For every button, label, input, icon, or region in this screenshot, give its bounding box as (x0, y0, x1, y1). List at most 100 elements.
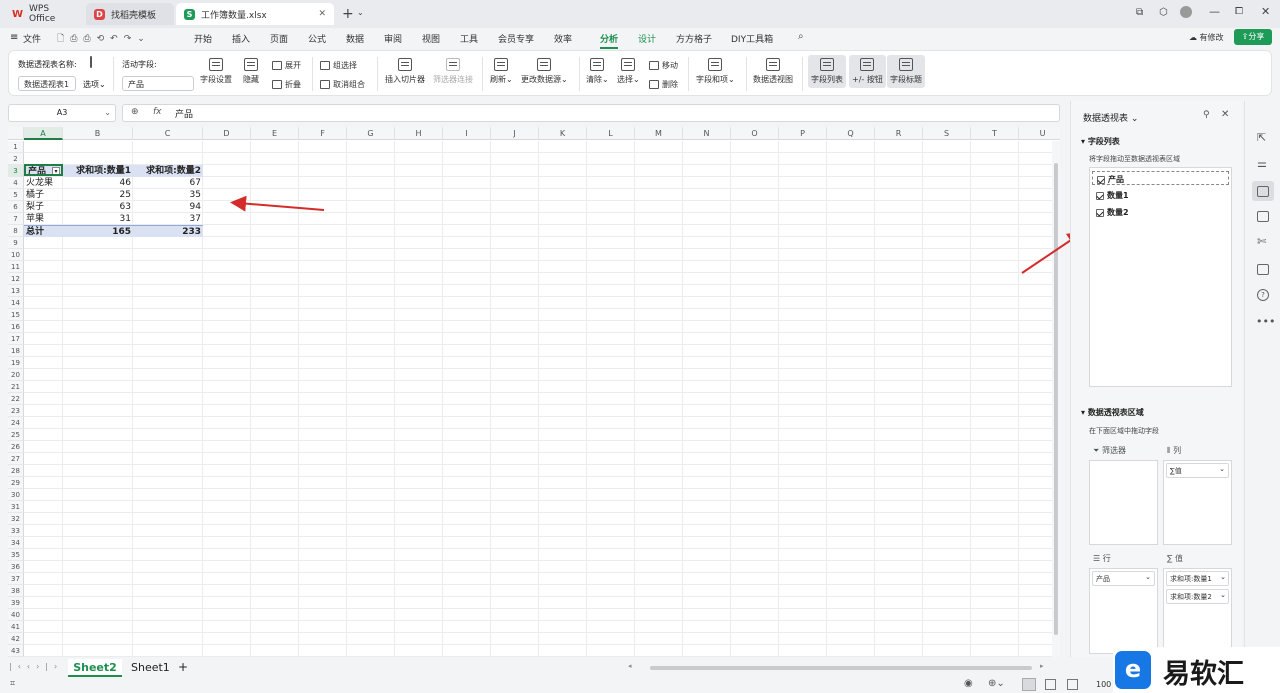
cell-A7[interactable]: 苹果 (24, 213, 63, 225)
zoom-formula-icon[interactable]: ⊕ (131, 107, 139, 117)
row-header-35[interactable]: 35 (8, 549, 24, 561)
insert-slicer-button[interactable]: 插入切片器 (385, 58, 425, 85)
row-header-14[interactable]: 14 (8, 297, 24, 309)
more-icon[interactable]: ••• (1256, 315, 1275, 328)
row-header-39[interactable]: 39 (8, 597, 24, 609)
row-header-20[interactable]: 20 (8, 369, 24, 381)
row-header-5[interactable]: 5 (8, 189, 24, 201)
column-header-P[interactable]: P (779, 127, 827, 140)
row-header-36[interactable]: 36 (8, 561, 24, 573)
column-header-A[interactable]: A (24, 127, 63, 140)
tab-template[interactable]: D 找稻壳模板 (86, 3, 174, 25)
row-header-8[interactable]: 8 (8, 225, 24, 237)
field-headers-button[interactable]: 字段标题 (887, 55, 925, 88)
cell-B7[interactable]: 31 (63, 213, 133, 225)
tab-workbook[interactable]: S 工作簿数量.xlsx ✕ (176, 3, 334, 25)
scroll-thumb[interactable] (1054, 163, 1058, 635)
checkbox-icon[interactable] (1096, 191, 1104, 200)
row-header-40[interactable]: 40 (8, 609, 24, 621)
fields-items-button[interactable]: 字段和项⌄ (696, 58, 735, 85)
chevron-down-icon[interactable]: ⌄ (357, 8, 364, 17)
menu-efficiency[interactable]: 效率 (554, 32, 572, 45)
modified-status[interactable]: ☁ 有修改 (1189, 32, 1224, 43)
add-sheet-icon[interactable]: + (178, 660, 188, 674)
new-tab-icon[interactable]: + (342, 6, 354, 22)
row-header-3[interactable]: 3 (8, 165, 24, 177)
field-item-qty2[interactable]: 数量2 (1092, 205, 1133, 220)
search-icon[interactable]: ⌕ (798, 31, 804, 42)
menu-data[interactable]: 数据 (346, 32, 364, 45)
cube-icon[interactable]: ⬡ (1159, 7, 1168, 18)
panel-title[interactable]: 数据透视表 ⌄ (1083, 111, 1138, 124)
row-header-19[interactable]: 19 (8, 357, 24, 369)
row-header-16[interactable]: 16 (8, 321, 24, 333)
maximize-icon[interactable]: ⧠ (1235, 6, 1243, 17)
eye-protection-icon[interactable]: ◉ (964, 678, 973, 689)
row-header-27[interactable]: 27 (8, 453, 24, 465)
row-header-30[interactable]: 30 (8, 489, 24, 501)
column-header-D[interactable]: D (203, 127, 251, 140)
close-tab-icon[interactable]: ✕ (318, 9, 326, 19)
menu-fangfang[interactable]: 方方格子 (676, 32, 712, 45)
move-button[interactable]: 移动 (649, 60, 678, 71)
minimize-icon[interactable]: — (1209, 5, 1220, 18)
filter-connect-button[interactable]: 筛选器连接 (433, 58, 473, 85)
close-panel-icon[interactable]: ✕ (1221, 109, 1229, 120)
group-select-button[interactable]: 组选择 (320, 60, 357, 71)
column-header-H[interactable]: H (395, 127, 443, 140)
cell-B8[interactable]: 165 (63, 225, 133, 237)
cell-A8[interactable]: 总计 (24, 225, 63, 237)
row-header-12[interactable]: 12 (8, 273, 24, 285)
row-header-6[interactable]: 6 (8, 201, 24, 213)
row-header-28[interactable]: 28 (8, 465, 24, 477)
select-all-corner[interactable] (8, 127, 24, 140)
select-button[interactable]: 选择⌄ (617, 58, 640, 85)
row-header-29[interactable]: 29 (8, 477, 24, 489)
hide-button[interactable]: 隐藏 (243, 58, 259, 85)
column-header-J[interactable]: J (491, 127, 539, 140)
page-break-icon[interactable] (1067, 679, 1078, 690)
column-header-L[interactable]: L (587, 127, 635, 140)
pivot-chart-button[interactable]: 数据透视图 (753, 58, 793, 85)
row-header-37[interactable]: 37 (8, 573, 24, 585)
row-header-32[interactable]: 32 (8, 513, 24, 525)
row-item-product[interactable]: 产品 ⌄ (1092, 571, 1155, 586)
column-header-M[interactable]: M (635, 127, 683, 140)
avatar[interactable] (1180, 6, 1192, 18)
row-header-25[interactable]: 25 (8, 429, 24, 441)
row-drop-area[interactable]: 产品 ⌄ (1089, 568, 1158, 654)
cell-C5[interactable]: 35 (133, 189, 203, 201)
cell-A6[interactable]: 梨子 (24, 201, 63, 213)
pivot-area-section[interactable]: ▾ 数据透视表区域 (1081, 407, 1144, 418)
clear-button[interactable]: 清除⌄ (586, 58, 609, 85)
share-button[interactable]: ⇪分享 (1234, 29, 1272, 45)
row-header-24[interactable]: 24 (8, 417, 24, 429)
filter-dropdown-icon[interactable]: ▾ (52, 167, 60, 174)
cell-B6[interactable]: 63 (63, 201, 133, 213)
menu-member[interactable]: 会员专享 (498, 32, 534, 45)
row-header-17[interactable]: 17 (8, 333, 24, 345)
fx-icon[interactable]: fx (153, 107, 162, 117)
row-header-7[interactable]: 7 (8, 213, 24, 225)
cell-A5[interactable]: 橘子 (24, 189, 63, 201)
column-header-I[interactable]: I (443, 127, 491, 140)
pin-icon[interactable]: ⚲ (1203, 110, 1210, 120)
column-header-F[interactable]: F (299, 127, 347, 140)
row-header-18[interactable]: 18 (8, 345, 24, 357)
menu-file[interactable]: 文件 (23, 32, 41, 45)
field-list-button[interactable]: 字段列表 (808, 55, 846, 88)
cell-C7[interactable]: 37 (133, 213, 203, 225)
cell-C3[interactable]: 求和项:数量2 (133, 165, 203, 177)
ungroup-button[interactable]: 取消组合 (320, 79, 365, 90)
sliders-icon[interactable]: ⚌ (1257, 157, 1267, 170)
tab-wps-office[interactable]: W WPS Office (4, 3, 84, 25)
cell-C6[interactable]: 94 (133, 201, 203, 213)
row-header-1[interactable]: 1 (8, 141, 24, 153)
sheet-tab-sheet2[interactable]: Sheet2 (68, 659, 122, 677)
row-header-2[interactable]: 2 (8, 153, 24, 165)
row-header-13[interactable]: 13 (8, 285, 24, 297)
window-restore-icon[interactable]: ⧉ (1136, 7, 1143, 18)
column-item-values[interactable]: ∑值 ⌄ (1166, 463, 1229, 478)
value-drop-area[interactable]: 求和项:数量1 ⌄ 求和项:数量2 ⌄ (1163, 568, 1232, 654)
column-header-C[interactable]: C (133, 127, 203, 140)
